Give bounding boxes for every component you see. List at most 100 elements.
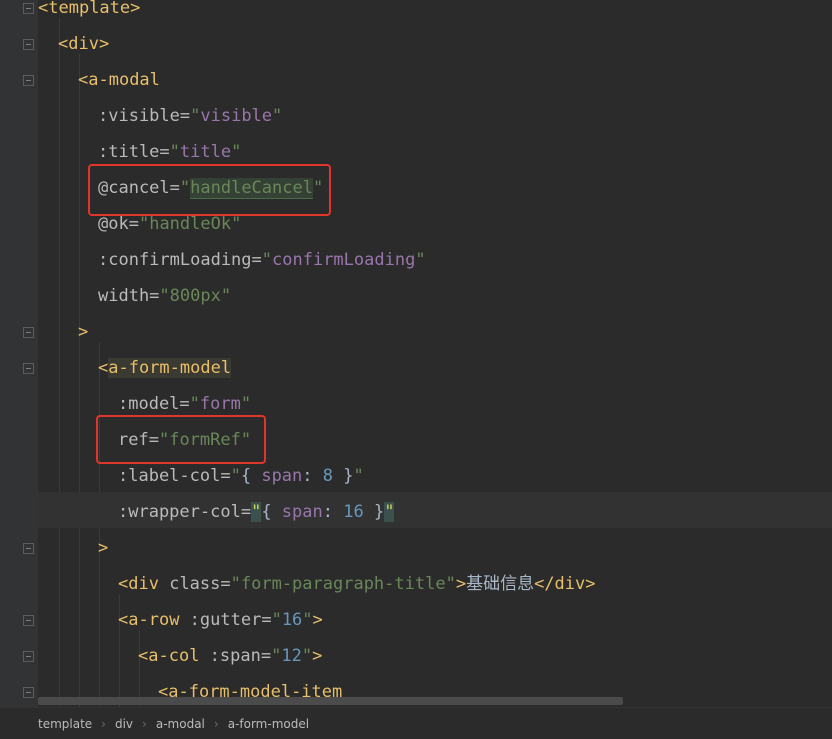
attribute-name: :span=: [199, 646, 272, 666]
attribute-value: confirmLoading: [272, 250, 416, 270]
quote: ": [231, 214, 242, 234]
object-key: span: [261, 466, 303, 486]
tag-name: a-modal: [88, 70, 160, 90]
fold-marker-icon[interactable]: [23, 3, 34, 14]
attribute-name: :model=: [118, 394, 190, 414]
code-line: width="800px": [98, 278, 231, 314]
code-line: >: [78, 314, 88, 350]
code-line: >: [98, 530, 108, 566]
fold-marker-icon[interactable]: [23, 39, 34, 50]
quote-matched: ": [251, 502, 262, 522]
tag-name: div: [128, 574, 159, 594]
breadcrumb-item-div[interactable]: div: [115, 717, 133, 731]
chevron-right-icon: ›: [213, 716, 219, 731]
code-line: <a-modal: [78, 62, 160, 98]
colon: :: [302, 466, 323, 486]
fold-marker-icon[interactable]: [23, 615, 34, 626]
fold-marker-icon[interactable]: [23, 687, 34, 698]
tag-bracket: <: [38, 0, 49, 18]
attribute-name: @ok=: [98, 214, 139, 234]
quote: ": [261, 250, 273, 270]
quote: ": [159, 286, 170, 306]
indent-guide: [79, 54, 80, 708]
tag-bracket: >: [312, 646, 323, 666]
attribute-value: handleOk: [149, 214, 232, 234]
breadcrumb-item-template[interactable]: template: [38, 717, 92, 731]
code-line: <template>: [38, 0, 140, 26]
indent-guide: [59, 18, 60, 708]
quote: ": [169, 142, 180, 162]
fold-marker-icon[interactable]: [23, 327, 34, 338]
code-line: <div class="form-paragraph-title">基础信息</…: [118, 566, 596, 602]
tag-bracket: <: [98, 358, 109, 378]
fold-marker-icon[interactable]: [23, 543, 34, 554]
brace: {: [240, 466, 262, 486]
closing-tag: </div>: [534, 574, 596, 594]
attribute-value: 800px: [169, 286, 221, 306]
code-line: <div>: [58, 26, 109, 62]
tag-bracket: <: [138, 646, 149, 666]
tag-bracket: >: [78, 322, 89, 342]
breadcrumb: template › div › a-modal › a-form-model: [0, 707, 832, 739]
attribute-value: 16: [281, 610, 303, 630]
quote: ": [301, 646, 313, 666]
tag-name: a-row: [128, 610, 180, 630]
tag-name: div: [68, 34, 99, 54]
fold-marker-icon[interactable]: [23, 75, 34, 86]
brace: }: [333, 466, 354, 486]
horizontal-scrollbar[interactable]: [38, 697, 623, 705]
attribute-name: :confirmLoading=: [98, 250, 262, 270]
code-line: <a-form-model: [98, 350, 232, 386]
tag-name: a-col: [148, 646, 200, 666]
number-value: 8: [322, 466, 334, 486]
attribute-value: visible: [200, 106, 273, 126]
quote: ": [138, 214, 150, 234]
quote: ": [220, 286, 232, 306]
breadcrumb-item-a-form-model[interactable]: a-form-model: [228, 717, 309, 731]
attribute-name: :gutter=: [179, 610, 272, 630]
attribute-name: class=: [158, 574, 231, 594]
tag-bracket: <: [118, 574, 129, 594]
attribute-value: title: [179, 142, 232, 162]
tag-name: a-form-model: [108, 358, 232, 378]
code-line: :wrapper-col="{ span: 16 }": [118, 494, 395, 530]
quote-matched: ": [384, 502, 395, 522]
chevron-right-icon: ›: [101, 716, 106, 731]
quote: ": [445, 574, 456, 594]
attribute-name: :label-col=: [118, 466, 231, 486]
code-line: :visible="visible": [98, 98, 282, 134]
tag-name: template: [48, 0, 131, 18]
tag-bracket: >: [312, 610, 323, 630]
tag-bracket: >: [130, 0, 141, 18]
quote: ": [415, 250, 426, 270]
quote: ": [271, 646, 282, 666]
attribute-value: form: [199, 394, 241, 414]
highlight-box: [88, 164, 331, 216]
fold-marker-icon[interactable]: [23, 651, 34, 662]
editor-gutter: [0, 0, 38, 707]
brace: {: [261, 502, 282, 522]
colon: :: [322, 502, 344, 522]
code-editor[interactable]: <template> <div> <a-modal :visible="visi…: [0, 0, 832, 739]
quote: ": [353, 466, 364, 486]
chevron-right-icon: ›: [142, 716, 147, 731]
code-line: <a-row :gutter="16">: [118, 602, 323, 638]
highlight-box: [96, 415, 266, 464]
attribute-name: width=: [98, 286, 160, 306]
fold-marker-icon[interactable]: [23, 363, 34, 374]
brace: }: [363, 502, 385, 522]
tag-bracket: <: [78, 70, 89, 90]
code-line: <a-col :span="12">: [138, 638, 322, 674]
tag-bracket: >: [455, 574, 467, 594]
text-content: 基础信息: [466, 574, 535, 594]
attribute-name: :title=: [98, 142, 170, 162]
breadcrumb-item-a-modal[interactable]: a-modal: [156, 717, 205, 731]
tag-bracket: >: [98, 538, 109, 558]
quote: ": [190, 106, 201, 126]
attribute-name: :wrapper-col=: [118, 502, 252, 522]
quote: ": [230, 466, 241, 486]
code-line: :confirmLoading="confirmLoading": [98, 242, 426, 278]
attribute-value: 12: [281, 646, 302, 666]
number-value: 16: [343, 502, 364, 522]
quote: ": [240, 394, 252, 414]
